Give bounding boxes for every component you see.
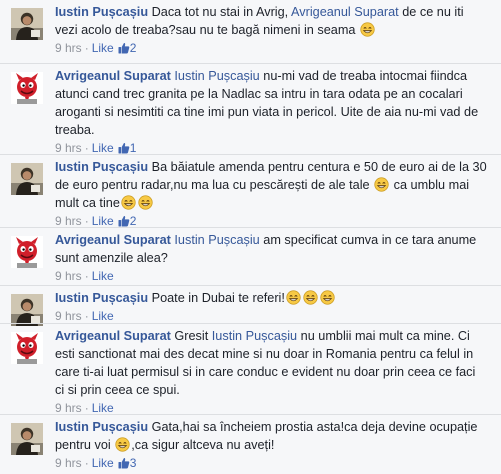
thumbs-up-icon (118, 215, 130, 227)
thumbs-up-icon (118, 457, 130, 469)
like-button[interactable]: Like (92, 309, 114, 323)
timestamp[interactable]: 9 hrs (55, 309, 82, 323)
devil-avatar-image (11, 72, 43, 104)
like-button[interactable]: Like (92, 214, 114, 228)
comment-thread: Iustin Pușcașiu Daca tot nu stai in Avri… (0, 0, 501, 474)
comment-text: Daca tot nu stai in Avrig, (151, 5, 292, 19)
timestamp[interactable]: 9 hrs (55, 456, 82, 470)
comment-text: Gresit (174, 329, 212, 343)
thumbs-up-icon (118, 142, 130, 154)
avatar[interactable] (11, 8, 43, 40)
iustin-avatar-image (11, 163, 43, 195)
comment-body: Iustin Pușcașiu Poate in Dubai te referi… (55, 289, 487, 324)
like-button[interactable]: Like (92, 456, 114, 470)
comment-meta: 9 hrs · Like (55, 269, 114, 283)
iustin-avatar-image (11, 8, 43, 40)
like-button[interactable]: Like (92, 401, 114, 415)
grinning-emoji (303, 290, 318, 305)
grinning-emoji (121, 195, 136, 210)
author-name[interactable]: Iustin Pușcașiu (55, 420, 148, 434)
grinning-emoji (115, 437, 130, 452)
comment-item: Iustin Pușcașiu Gata,hai sa încheiem pro… (0, 414, 501, 474)
like-button[interactable]: Like (92, 141, 114, 155)
mention-link[interactable]: Iustin Pușcașiu (212, 329, 297, 343)
avatar[interactable] (11, 72, 43, 104)
avatar[interactable] (11, 423, 43, 455)
devil-avatar-image (11, 332, 43, 364)
author-name[interactable]: Avrigeanul Suparat (55, 69, 171, 83)
timestamp[interactable]: 9 hrs (55, 41, 82, 55)
grinning-emoji (286, 290, 301, 305)
author-name[interactable]: Avrigeanul Suparat (55, 329, 171, 343)
like-count[interactable]: 2 (118, 214, 136, 228)
comment-body: Avrigeanul Suparat Gresit Iustin Pușcași… (55, 327, 487, 416)
timestamp[interactable]: 9 hrs (55, 214, 82, 228)
mention-link[interactable]: Iustin Pușcașiu (174, 233, 259, 247)
timestamp[interactable]: 9 hrs (55, 141, 82, 155)
grinning-emoji (374, 177, 389, 192)
like-button[interactable]: Like (92, 269, 114, 283)
iustin-avatar-image (11, 294, 43, 326)
comment-body: Iustin Pușcașiu Ba băiatule amenda pentr… (55, 158, 487, 229)
comment-item: Avrigeanul Suparat Gresit Iustin Pușcași… (0, 323, 501, 416)
comment-text: Poate in Dubai te referi! (151, 291, 285, 305)
like-count[interactable]: 2 (118, 41, 136, 55)
timestamp[interactable]: 9 hrs (55, 269, 82, 283)
like-count[interactable]: 3 (118, 456, 136, 470)
author-name[interactable]: Avrigeanul Suparat (55, 233, 171, 247)
timestamp[interactable]: 9 hrs (55, 401, 82, 415)
comment-item: Avrigeanul Suparat Iustin Pușcașiu nu-mi… (0, 63, 501, 156)
comment-body: Iustin Pușcașiu Daca tot nu stai in Avri… (55, 3, 487, 56)
mention-link[interactable]: Avrigeanul Suparat (291, 5, 399, 19)
comment-meta: 9 hrs · Like 2 (55, 41, 137, 55)
grinning-emoji (138, 195, 153, 210)
like-button[interactable]: Like (92, 41, 114, 55)
comment-text: ,ca sigur altceva nu aveți! (131, 438, 275, 452)
thumbs-up-icon (118, 42, 130, 54)
comment-item: Iustin Pușcașiu Ba băiatule amenda pentr… (0, 154, 501, 229)
comment-meta: 9 hrs · Like (55, 309, 114, 323)
author-name[interactable]: Iustin Pușcașiu (55, 5, 148, 19)
comment-body: Avrigeanul Suparat Iustin Pușcașiu am sp… (55, 231, 487, 284)
comment-item: Iustin Pușcașiu Poate in Dubai te referi… (0, 285, 501, 326)
comment-item: Iustin Pușcașiu Daca tot nu stai in Avri… (0, 0, 501, 63)
avatar[interactable] (11, 332, 43, 364)
devil-avatar-image (11, 236, 43, 268)
avatar[interactable] (11, 163, 43, 195)
comment-body: Avrigeanul Suparat Iustin Pușcașiu nu-mi… (55, 67, 487, 156)
like-count[interactable]: 1 (118, 141, 136, 155)
iustin-avatar-image (11, 423, 43, 455)
comment-body: Iustin Pușcașiu Gata,hai sa încheiem pro… (55, 418, 487, 471)
author-name[interactable]: Iustin Pușcașiu (55, 291, 148, 305)
comment-item: Avrigeanul Suparat Iustin Pușcașiu am sp… (0, 227, 501, 285)
grinning-emoji (360, 22, 375, 37)
grinning-emoji (320, 290, 335, 305)
mention-link[interactable]: Iustin Pușcașiu (174, 69, 259, 83)
comment-meta: 9 hrs · Like 3 (55, 456, 137, 470)
author-name[interactable]: Iustin Pușcașiu (55, 160, 148, 174)
avatar[interactable] (11, 236, 43, 268)
avatar[interactable] (11, 294, 43, 326)
